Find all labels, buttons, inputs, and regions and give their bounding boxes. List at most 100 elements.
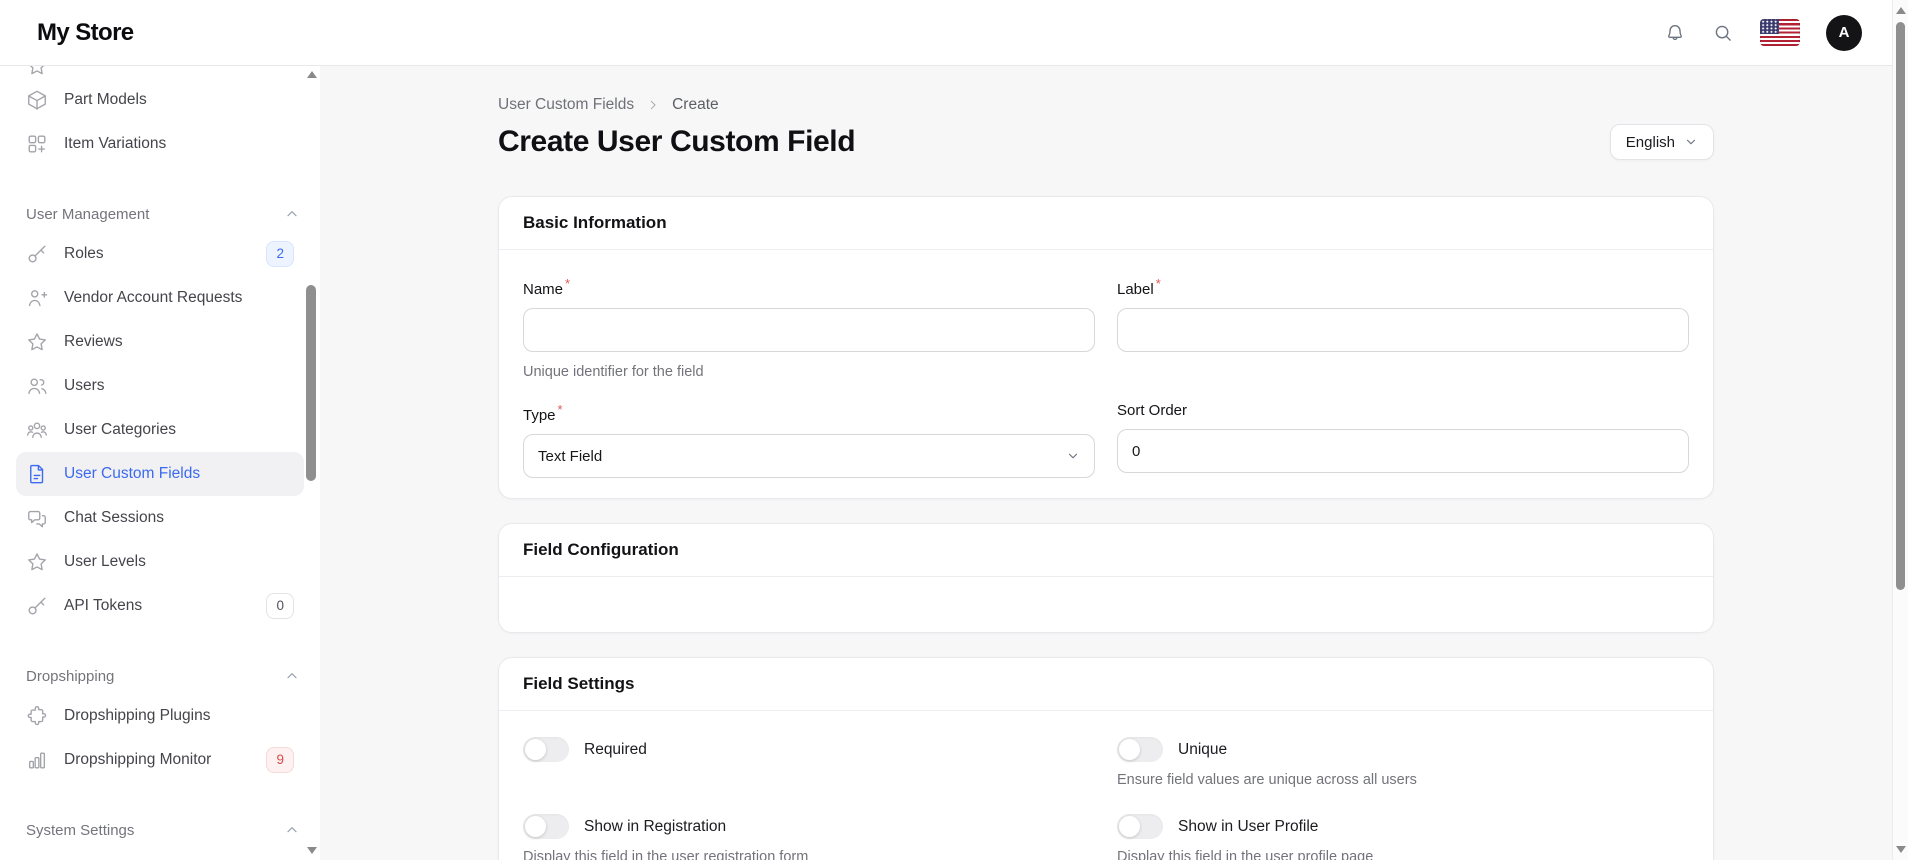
breadcrumb: User Custom Fields Create — [498, 96, 1714, 114]
chat-icon — [26, 507, 48, 529]
document-icon — [26, 463, 48, 485]
sidebar-scrollbar-thumb[interactable] — [306, 285, 316, 481]
sidebar-item-label: Vendor Account Requests — [64, 289, 243, 306]
user-group-icon — [26, 419, 48, 441]
show-in-registration-setting: Show in Registration Display this field i… — [523, 814, 1095, 860]
name-label: Name * — [523, 276, 571, 298]
sidebar-section-user-management: User Management — [0, 196, 320, 232]
sidebar-item-label: Dropshipping Monitor — [64, 751, 212, 768]
sidebar-item-label: Dropshipping Plugins — [64, 707, 211, 724]
sidebar-item-dropshipping-plugins[interactable]: Dropshipping Plugins — [16, 694, 304, 738]
sidebar-scroll-up-button[interactable] — [307, 71, 317, 78]
sidebar-item-users[interactable]: Users — [16, 364, 304, 408]
chevron-right-icon — [646, 98, 660, 112]
puzzle-icon — [26, 705, 48, 727]
squares-plus-icon — [26, 133, 48, 155]
basic-information-card: Basic Information Name * Unique identifie… — [498, 196, 1714, 499]
us-flag-icon[interactable] — [1760, 19, 1800, 46]
label-input[interactable] — [1117, 308, 1689, 352]
field-settings-title: Field Settings — [499, 658, 1713, 711]
sidebar-item-label: API Tokens — [64, 597, 143, 614]
sidebar-scroll-down-button[interactable] — [307, 847, 317, 854]
show-in-registration-toggle[interactable] — [523, 814, 569, 839]
star-icon — [26, 331, 48, 353]
required-asterisk: * — [1155, 276, 1161, 291]
sidebar-item-part-models[interactable]: Part Models — [16, 78, 304, 122]
sidebar-item-label: User Categories — [64, 421, 176, 438]
count-badge: 9 — [266, 747, 294, 773]
count-badge: 0 — [266, 593, 294, 619]
show-in-user-profile-setting: Show in User Profile Display this field i… — [1117, 814, 1689, 860]
unique-setting: Unique Ensure field values are unique acr… — [1117, 737, 1689, 788]
search-icon[interactable] — [1712, 22, 1734, 44]
star-icon — [26, 551, 48, 573]
topbar-actions: A — [1664, 14, 1862, 51]
sort-order-input[interactable] — [1117, 429, 1689, 473]
brand-logo[interactable]: My Store — [37, 19, 134, 47]
required-toggle[interactable] — [523, 737, 569, 762]
sidebar-item-label: User Custom Fields — [64, 465, 201, 482]
chevron-up-icon[interactable] — [284, 206, 300, 222]
type-select[interactable]: Text Field — [523, 434, 1095, 478]
required-asterisk: * — [557, 402, 563, 417]
key-icon — [26, 243, 48, 265]
chevron-up-icon[interactable] — [284, 668, 300, 684]
count-badge: 2 — [266, 241, 294, 267]
sidebar-nav: Part Models Item Variations User Managemen… — [0, 78, 320, 848]
sidebar-item-label: Part Models — [64, 91, 147, 108]
sidebar-item-label: Users — [64, 377, 105, 394]
sidebar-item-item-variations[interactable]: Item Variations — [16, 122, 304, 166]
breadcrumb-item-user-custom-fields[interactable]: User Custom Fields — [498, 96, 634, 114]
field-configuration-card: Field Configuration — [498, 523, 1714, 633]
label-field: Label * — [1117, 276, 1689, 380]
unique-toggle[interactable] — [1117, 737, 1163, 762]
language-label: English — [1625, 133, 1675, 151]
required-asterisk: * — [565, 276, 571, 291]
show-in-user-profile-toggle[interactable] — [1117, 814, 1163, 839]
sidebar-item-label: Chat Sessions — [64, 509, 164, 526]
breadcrumb-item-create[interactable]: Create — [672, 96, 719, 114]
partial-sidebar-item — [26, 66, 48, 78]
toggle-helper: Ensure field values are unique across al… — [1117, 772, 1417, 788]
sidebar-item-vendor-account-requests[interactable]: Vendor Account Requests — [16, 276, 304, 320]
sidebar-item-reviews[interactable]: Reviews — [16, 320, 304, 364]
field-configuration-body — [499, 577, 1713, 632]
label-label: Label * — [1117, 276, 1161, 298]
sidebar-item-user-levels[interactable]: User Levels — [16, 540, 304, 584]
toggle-label: Unique — [1178, 740, 1228, 758]
flag-canton — [1760, 19, 1779, 34]
sidebar-section-title: User Management — [26, 205, 150, 223]
toggle-label: Show in User Profile — [1178, 817, 1319, 835]
toggle-helper: Display this field in the user registrat… — [523, 849, 809, 860]
sidebar-item-api-tokens[interactable]: API Tokens 0 — [16, 584, 304, 628]
type-select-value: Text Field — [538, 447, 603, 465]
window-scrollbar[interactable] — [1892, 0, 1908, 860]
sidebar-item-label: Reviews — [64, 333, 123, 350]
page-title: Create User Custom Field — [498, 125, 856, 158]
chevron-up-icon[interactable] — [284, 822, 300, 838]
sidebar-item-dropshipping-monitor[interactable]: Dropshipping Monitor 9 — [16, 738, 304, 782]
sidebar-item-user-categories[interactable]: User Categories — [16, 408, 304, 452]
sidebar-item-label: User Levels — [64, 553, 146, 570]
scroll-up-button[interactable] — [1896, 7, 1906, 14]
name-field: Name * Unique identifier for the field — [523, 276, 1095, 380]
users-icon — [26, 375, 48, 397]
field-settings-body: Required Unique Ensure field values are un… — [499, 711, 1713, 860]
bell-icon[interactable] — [1664, 22, 1686, 44]
name-helper: Unique identifier for the field — [523, 364, 704, 380]
language-selector-button[interactable]: English — [1609, 124, 1714, 160]
required-setting: Required — [523, 737, 1095, 788]
avatar[interactable]: A — [1826, 14, 1862, 51]
type-field: Type * Text Field — [523, 402, 1095, 478]
window-scrollbar-thumb[interactable] — [1896, 22, 1905, 590]
name-input[interactable] — [523, 308, 1095, 352]
sidebar-section-dropshipping: Dropshipping — [0, 658, 320, 694]
sidebar-item-label: Item Variations — [64, 135, 167, 152]
sidebar-item-roles[interactable]: Roles 2 — [16, 232, 304, 276]
basic-information-body: Name * Unique identifier for the field La… — [499, 250, 1713, 498]
sidebar-section-system-settings: System Settings — [0, 812, 320, 848]
sidebar-item-chat-sessions[interactable]: Chat Sessions — [16, 496, 304, 540]
scroll-down-button[interactable] — [1896, 846, 1906, 853]
sort-order-field: Sort Order — [1117, 402, 1689, 478]
sidebar-item-user-custom-fields[interactable]: User Custom Fields — [16, 452, 304, 496]
